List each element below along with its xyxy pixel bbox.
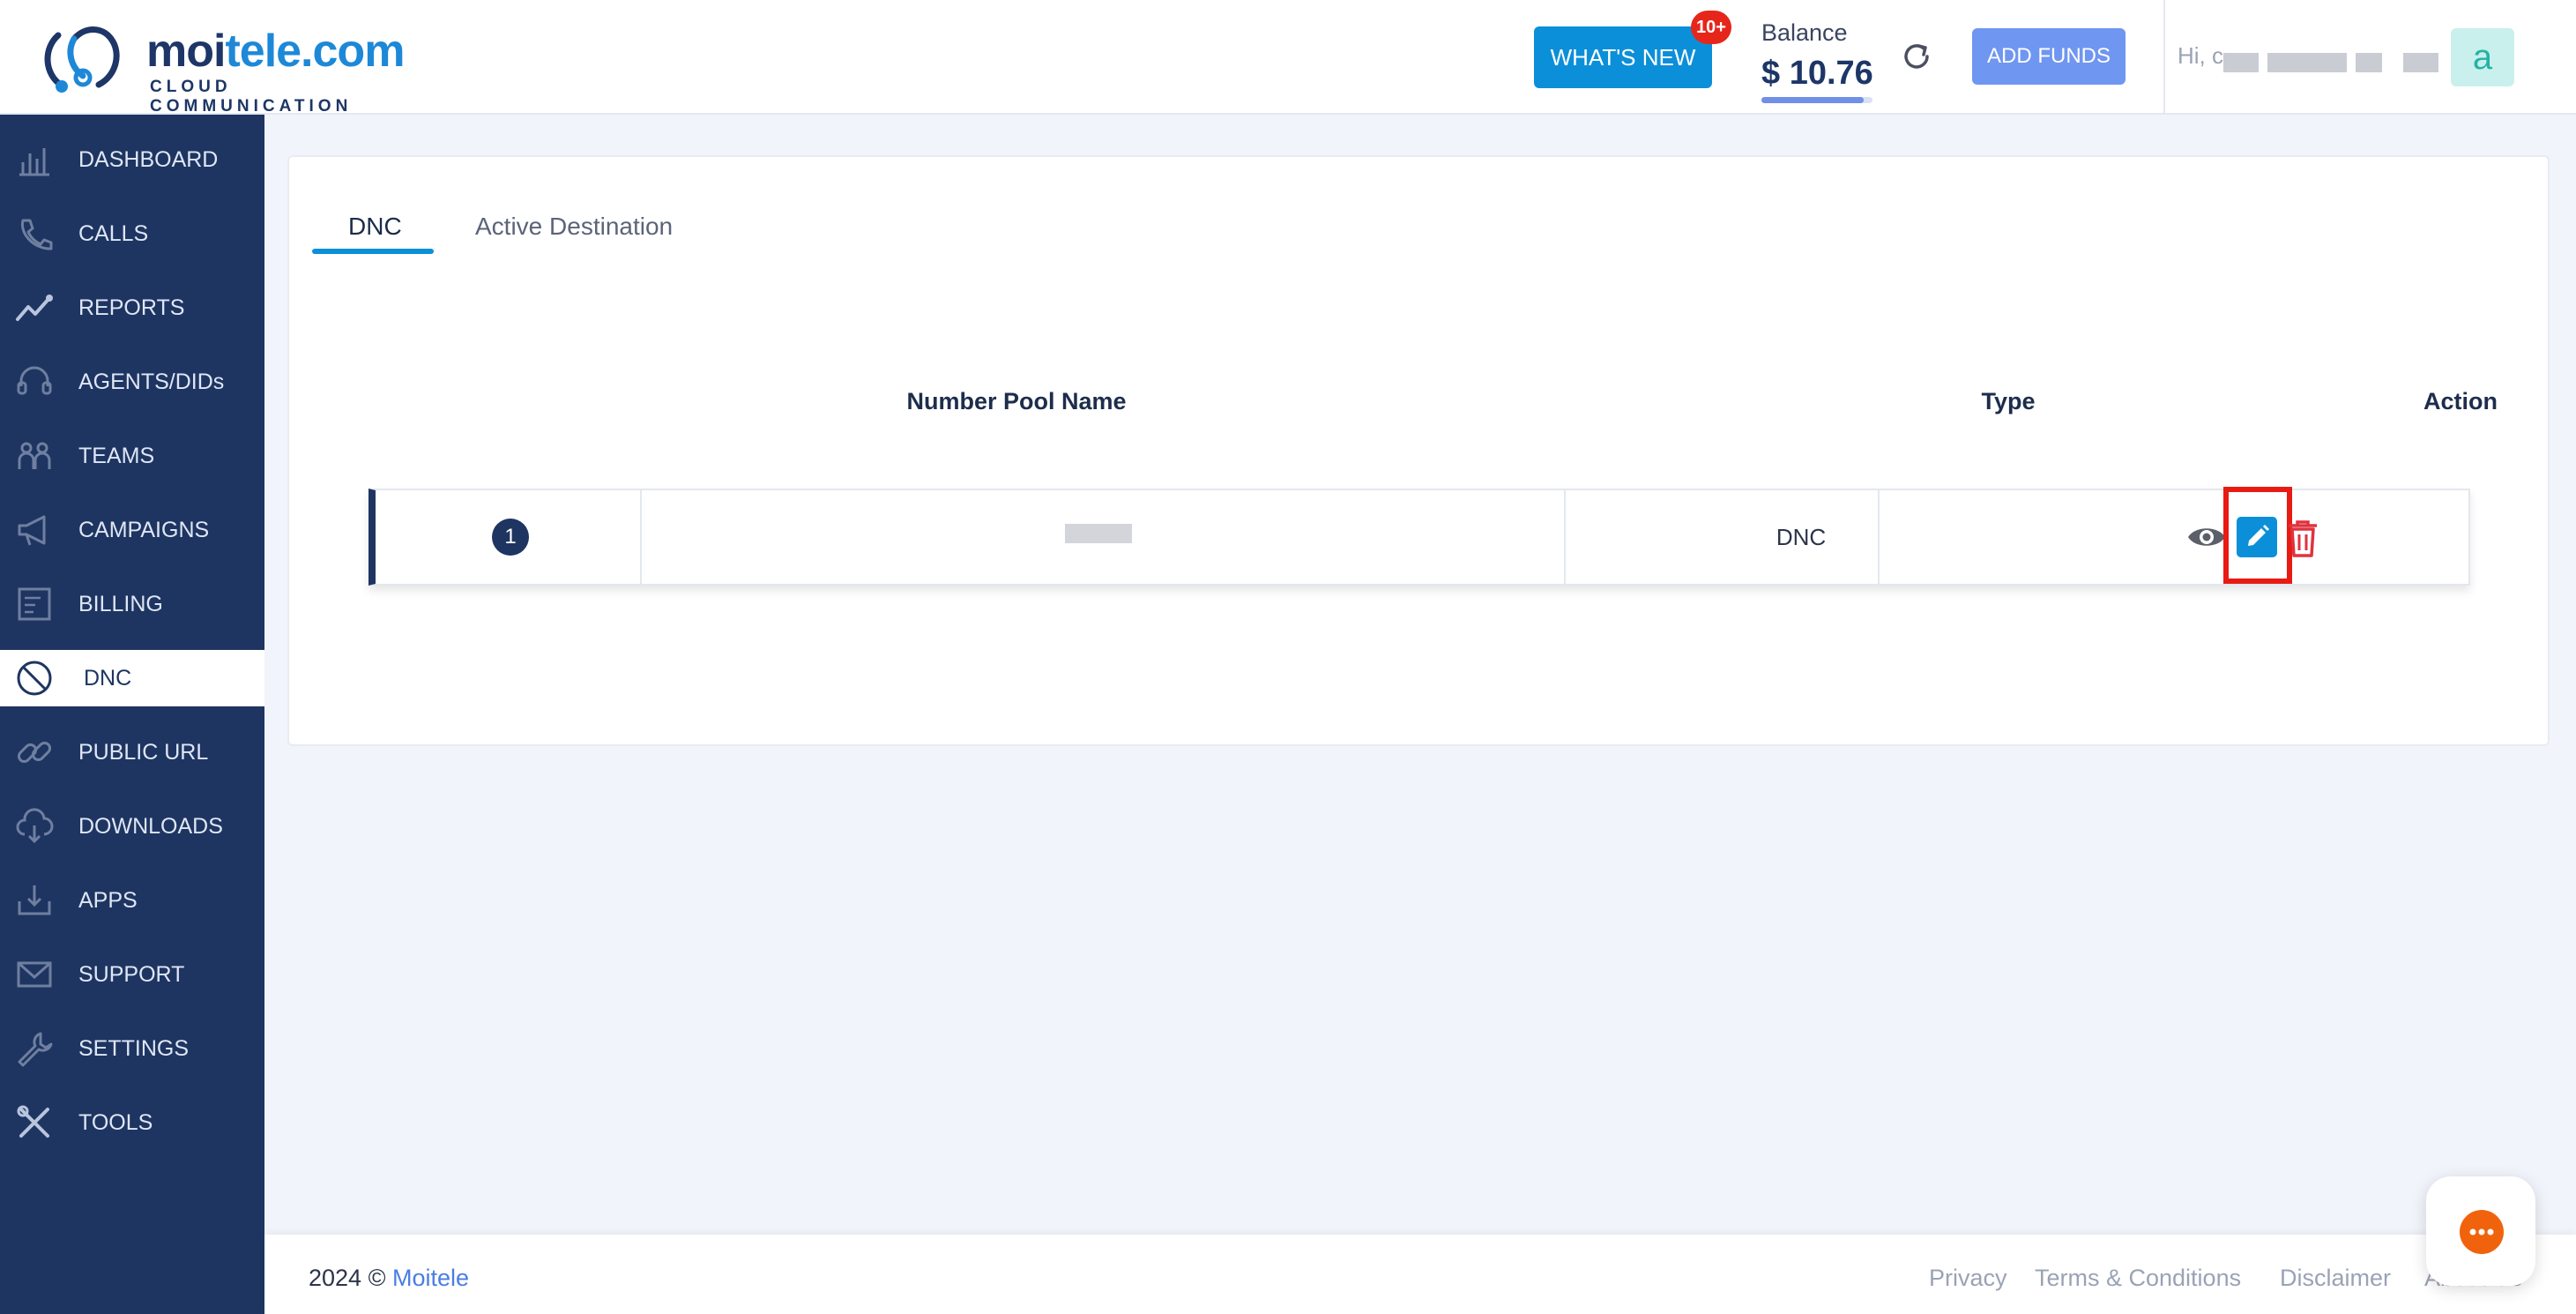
tab-dnc[interactable]: DNC [348,199,402,254]
mail-icon [17,961,52,988]
sidebar-item-label: BILLING [78,591,163,616]
chat-bubble-icon [2460,1210,2504,1254]
app-install-icon [18,885,51,915]
column-header-type: Type [1981,388,2036,414]
footer-link-privacy[interactable]: Privacy [1929,1265,2007,1292]
user-greeting: Hi, c [2178,42,2223,69]
wrench-icon [18,1032,53,1067]
sidebar-item-downloads[interactable]: DOWNLOADS [0,798,264,855]
cell-divider [1564,490,1566,584]
column-header-action: Action [2423,388,2498,414]
header-divider [2163,0,2165,115]
sidebar-item-label: DASHBOARD [78,146,219,172]
redacted-username [2356,53,2382,72]
phone-icon [20,219,53,250]
redacted-pool-name [1065,524,1132,543]
moitele-logo[interactable]: moitele.com CLOUD COMMUNICATION [41,21,411,116]
brand-tagline: CLOUD COMMUNICATION [150,78,353,116]
balance-progress-fill [1761,97,1864,103]
sidebar-item-campaigns[interactable]: CAMPAIGNS [0,502,264,558]
row-type: DNC [1776,523,1827,550]
sidebar-item-settings[interactable]: SETTINGS [0,1020,264,1077]
sidebar-item-label: CAMPAIGNS [78,517,210,542]
sidebar-item-calls[interactable]: CALLS [0,205,264,262]
balance-progress-bar [1761,97,1872,103]
sidebar-item-dashboard[interactable]: DASHBOARD [0,131,264,188]
sidebar-item-label: CALLS [78,220,149,246]
dnc-card: DNC Active Destination Number Pool Name … [287,155,2550,746]
sidebar: DASHBOARD CALLS REPORTS AGENTS/DIDs TEAM… [0,115,264,1314]
active-tab-indicator [312,249,434,254]
sidebar-item-label: SUPPORT [78,961,185,987]
balance-value: $ 10.76 [1761,55,1873,92]
top-header: moitele.com CLOUD COMMUNICATION WHAT'S N… [0,0,2576,116]
trash-icon[interactable] [2285,519,2320,557]
chat-dots-icon [2469,1228,2494,1236]
refresh-icon[interactable] [1899,39,1934,74]
footer: 2024 © Moitele Privacy Terms & Condition… [264,1235,2576,1314]
cell-divider [1878,490,1880,584]
sidebar-item-label: PUBLIC URL [78,739,209,765]
sidebar-item-agents-dids[interactable]: AGENTS/DIDs [0,354,264,410]
copyright: 2024 © Moitele [309,1265,470,1291]
notification-badge: 10+ [1691,11,1731,44]
add-funds-button[interactable]: ADD FUNDS [1972,28,2126,85]
tab-active-destination[interactable]: Active Destination [475,199,673,254]
dashboard-icon [19,148,49,176]
sidebar-item-billing[interactable]: BILLING [0,576,264,632]
footer-link-disclaimer[interactable]: Disclaimer [2280,1265,2391,1292]
link-icon [17,741,52,764]
column-header-number-pool-name: Number Pool Name [906,388,1127,414]
row-index: 1 [492,519,529,556]
footer-link-terms[interactable]: Terms & Conditions [2035,1265,2241,1292]
invoice-icon [18,587,51,621]
balance-label: Balance [1761,19,1848,46]
sidebar-item-label: AGENTS/DIDs [78,369,225,394]
redacted-username [2403,53,2438,72]
sidebar-item-label: DNC [84,665,132,691]
redacted-username [2267,53,2347,72]
sidebar-item-teams[interactable]: TEAMS [0,428,264,484]
sidebar-item-label: SETTINGS [78,1035,190,1061]
whats-new-button[interactable]: WHAT'S NEW [1534,26,1712,88]
footer-brand-link[interactable]: Moitele [392,1265,469,1291]
sidebar-item-label: REPORTS [78,295,185,320]
sidebar-item-label: APPS [78,887,138,913]
redacted-username [2223,53,2259,72]
headset-icon [17,366,52,395]
sidebar-item-label: DOWNLOADS [78,813,223,839]
tools-icon [17,1105,49,1138]
sidebar-item-reports[interactable]: REPORTS [0,280,264,336]
megaphone-icon [18,515,46,546]
edit-highlight-box [2223,487,2292,584]
sidebar-item-apps[interactable]: APPS [0,872,264,929]
logo-mark-icon [44,26,120,93]
cloud-download-icon [16,808,54,844]
table-row: 1 DNC [369,487,2470,586]
sidebar-item-dnc[interactable]: DNC [0,650,264,706]
chat-widget-button[interactable] [2426,1176,2535,1286]
sidebar-item-public-url[interactable]: PUBLIC URL [0,724,264,780]
sidebar-item-label: TOOLS [78,1109,153,1135]
brand-name: moitele.com [146,26,405,77]
view-eye-icon[interactable] [2186,522,2227,552]
prohibited-icon [17,661,52,696]
cell-divider [640,490,642,584]
team-icon [18,442,51,469]
sidebar-item-tools[interactable]: TOOLS [0,1094,264,1151]
sidebar-item-label: TEAMS [78,443,155,468]
user-avatar[interactable]: a [2451,28,2514,86]
sidebar-item-support[interactable]: SUPPORT [0,946,264,1003]
trend-chart-icon [16,295,53,321]
